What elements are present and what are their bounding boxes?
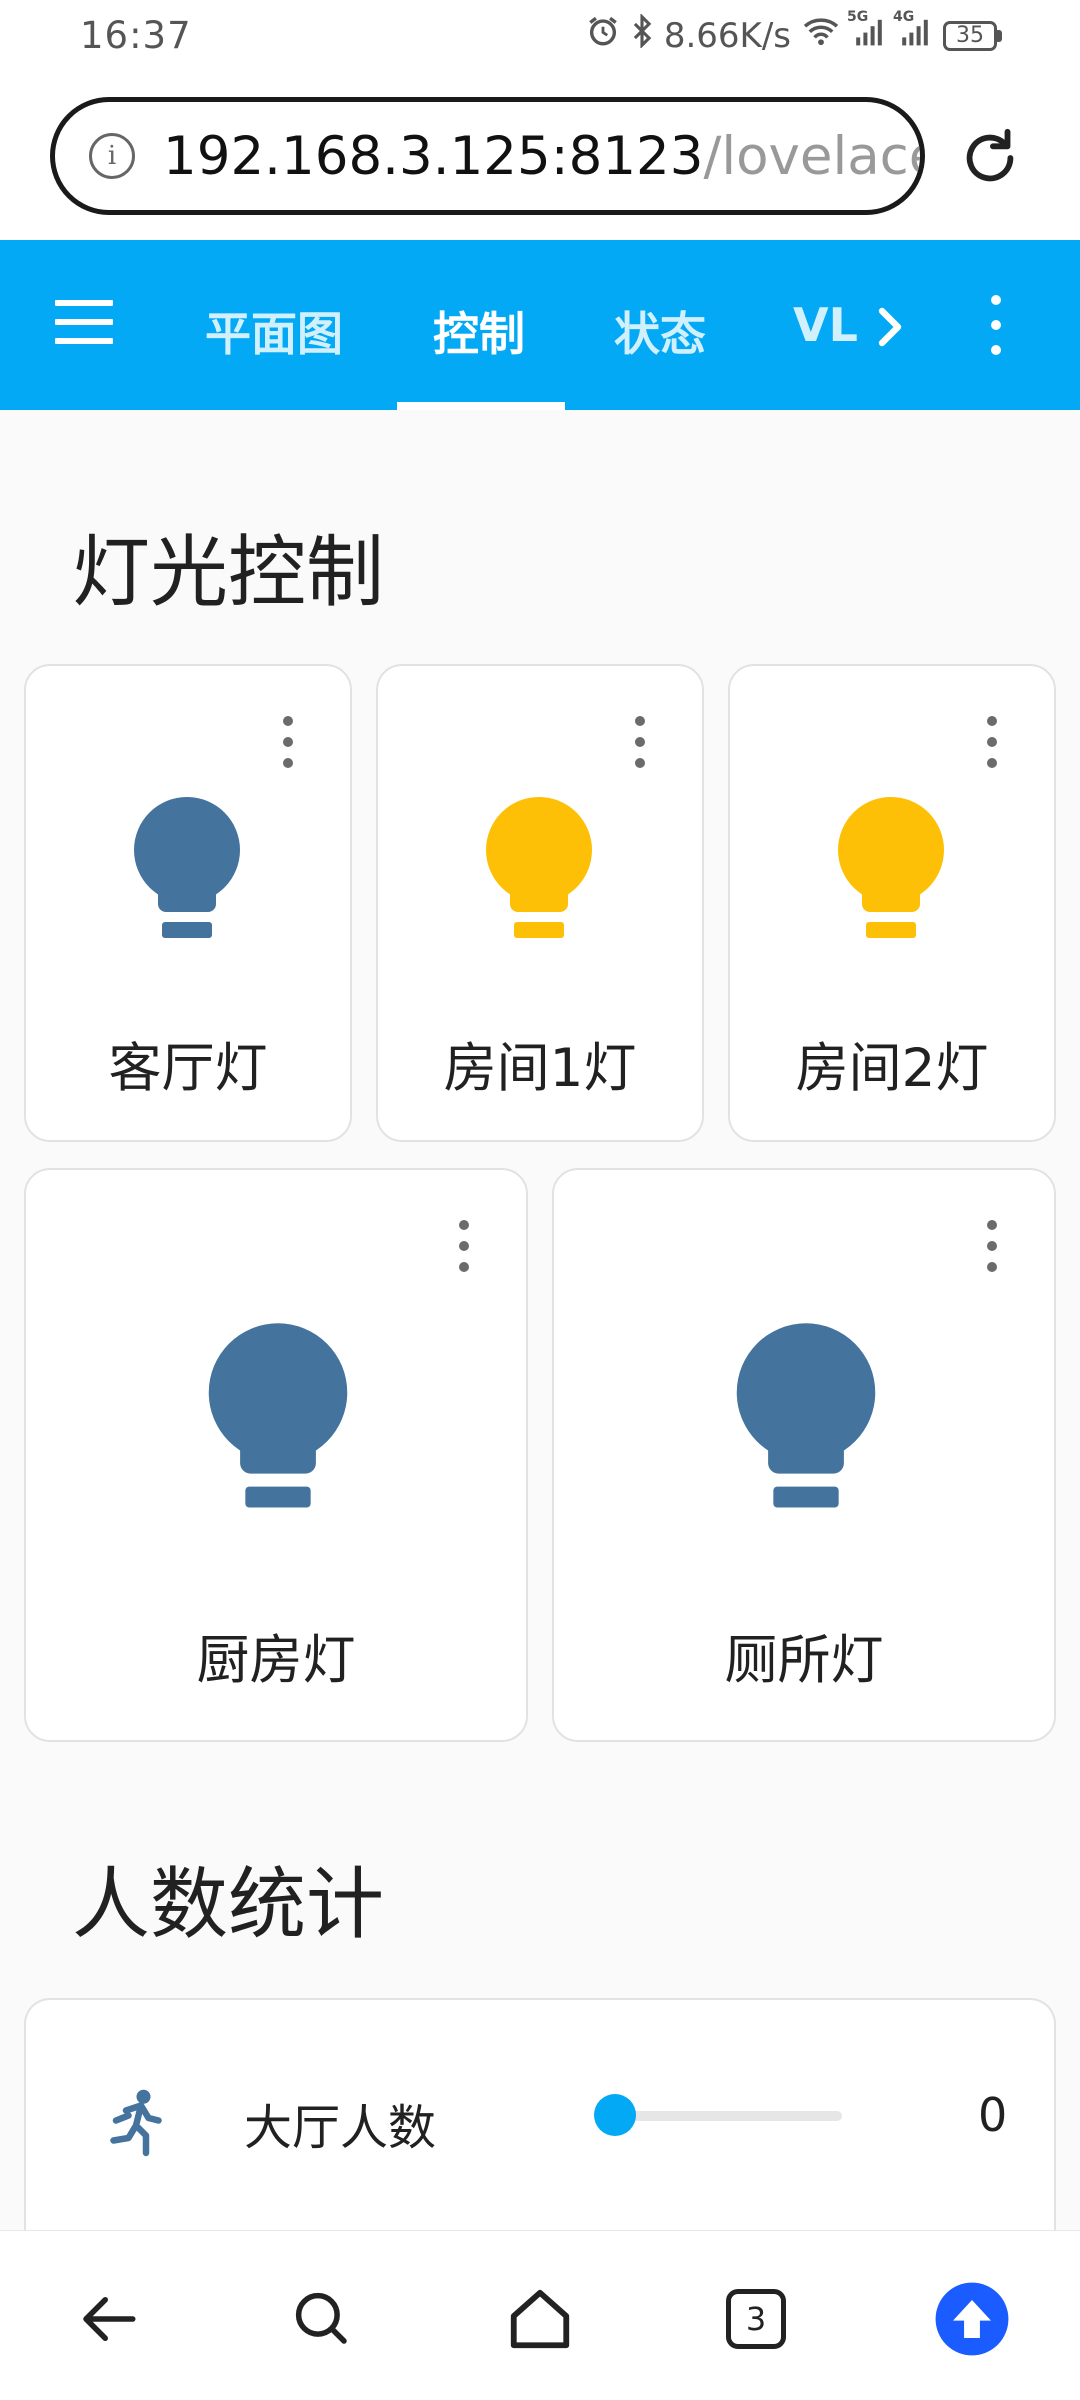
signal-4g-icon: 4G [893, 9, 933, 56]
light-card-bathroom[interactable]: 厕所灯 [552, 1168, 1056, 1742]
upload-arrow-icon[interactable] [932, 2279, 1012, 2359]
bulb-icon [736, 1323, 876, 1508]
active-tab-indicator [397, 402, 565, 410]
tab-floorplan[interactable]: 平面图 [205, 298, 343, 364]
reload-icon[interactable] [955, 123, 1025, 193]
card-more-icon[interactable] [454, 1220, 474, 1272]
light-name: 厨房灯 [196, 1630, 356, 1691]
lights-section-title: 灯光控制 [72, 528, 385, 618]
battery-icon: 35 [943, 20, 1002, 51]
hall-count-slider-thumb[interactable] [594, 2094, 636, 2136]
signal-5g-icon: 5G [847, 9, 887, 56]
card-more-icon[interactable] [630, 716, 650, 768]
info-icon[interactable]: i [89, 133, 135, 179]
hall-count-slider-track[interactable] [618, 2111, 842, 2121]
more-vert-icon[interactable] [984, 295, 1008, 355]
bulb-icon [134, 797, 240, 938]
hall-count-value: 0 [978, 2088, 1008, 2142]
people-count-card: 大厅人数 0 [24, 1998, 1056, 2258]
light-card-kitchen[interactable]: 厨房灯 [24, 1168, 528, 1742]
app-header: 平面图 控制 状态 VL [0, 240, 1080, 410]
tabs-count: 3 [726, 2289, 786, 2349]
wifi-icon [801, 15, 841, 56]
status-bar: 16:37 8.66K/s 5G 4G 35 [0, 0, 1080, 75]
signal-4g-label: 4G [893, 9, 915, 25]
tab-vl[interactable]: VL [793, 298, 858, 352]
signal-5g-label: 5G [847, 9, 869, 25]
light-name: 客厅灯 [108, 1038, 268, 1099]
people-section-title: 人数统计 [72, 1860, 385, 1950]
card-more-icon[interactable] [278, 716, 298, 768]
search-icon[interactable] [282, 2279, 362, 2359]
light-card-room2[interactable]: 房间2灯 [728, 664, 1056, 1142]
card-more-icon[interactable] [982, 716, 1002, 768]
bulb-icon [486, 797, 592, 938]
bulb-icon [838, 797, 944, 938]
chevron-right-icon[interactable] [870, 302, 910, 352]
tab-status[interactable]: 状态 [614, 298, 706, 364]
light-name: 厕所灯 [724, 1630, 884, 1691]
tab-control[interactable]: 控制 [433, 298, 525, 364]
light-name: 房间2灯 [795, 1038, 989, 1099]
light-card-room1[interactable]: 房间1灯 [376, 664, 704, 1142]
alarm-icon [586, 14, 620, 57]
browser-bottom-nav: 3 [0, 2230, 1080, 2400]
url-bar[interactable]: i 192.168.3.125:8123/lovelace [50, 97, 925, 215]
bulb-icon [208, 1323, 348, 1508]
url-host: 192.168.3.125:8123 [163, 125, 704, 187]
network-speed: 8.66K/s [663, 15, 791, 56]
light-card-living-room[interactable]: 客厅灯 [24, 664, 352, 1142]
url-path: /lovelace [703, 125, 925, 187]
battery-level: 35 [943, 20, 997, 51]
bluetooth-icon [630, 13, 654, 57]
url-text[interactable]: 192.168.3.125:8123/lovelace [163, 125, 925, 187]
hamburger-menu-icon[interactable] [55, 300, 113, 348]
status-time: 16:37 [80, 14, 192, 57]
browser-toolbar: i 192.168.3.125:8123/lovelace [0, 75, 1080, 240]
light-name: 房间1灯 [443, 1038, 637, 1099]
back-arrow-icon[interactable] [68, 2279, 148, 2359]
status-icons: 8.66K/s 5G 4G 35 [586, 9, 1002, 57]
card-more-icon[interactable] [982, 1220, 1002, 1272]
hall-count-label: 大厅人数 [244, 2100, 437, 2156]
home-icon[interactable] [500, 2279, 580, 2359]
run-icon [110, 2089, 162, 2157]
tabs-icon[interactable]: 3 [716, 2279, 796, 2359]
